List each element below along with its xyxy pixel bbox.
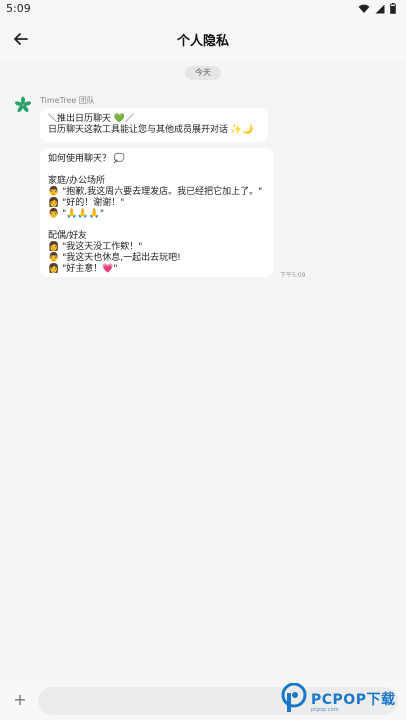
message-timestamp: 下午5:09 [280, 272, 306, 279]
signal-icon [375, 4, 385, 13]
wifi-icon [358, 4, 370, 13]
message-line: 👨 "我这天也休息,一起出去玩吧! [48, 253, 181, 263]
sender-name: TimeTree 团队 [40, 96, 95, 105]
app-bar: 个人隐私 [0, 18, 406, 60]
message-spacer [48, 220, 266, 231]
message-line: 👩 "我这天没工作欸！" [48, 242, 143, 252]
pcpop-logo-icon [281, 683, 307, 712]
message-line: 👩 "好主意！💗" [48, 264, 118, 274]
message-line: 日历聊天这款工具能让您与其他成员展开对话 ✨🌙 [48, 125, 254, 135]
watermark: PCPOP下载 pcpop.com [281, 683, 406, 720]
message-line: ＼推出日历聊天 💚／ [48, 114, 135, 124]
watermark-brand: PCPOP下载 [311, 692, 396, 708]
battery-icon [390, 3, 396, 14]
message-line: 配偶/好友 [48, 231, 88, 241]
message-line: 如何使用聊天？ 💭 [48, 154, 126, 164]
message-line: 家庭/办公场所 [48, 176, 106, 186]
message-line: 👨 "🙏🙏🙏" [48, 209, 104, 219]
status-bar: 5:09 [0, 0, 406, 18]
message-line: 👩 "好的！谢谢！" [48, 198, 125, 208]
timetree-logo-icon [14, 96, 32, 113]
status-icons [358, 3, 396, 14]
message-bubble: ＼推出日历聊天 💚／ 日历聊天这款工具能让您与其他成员展开对话 ✨🌙 [40, 108, 268, 142]
message-spacer [48, 165, 266, 176]
add-attachment-button[interactable]: + [12, 692, 28, 708]
date-chip: 今天 [185, 66, 221, 80]
message-line: 👨 "抱歉,我这周六要去理发店。我已经把它加上了。" [48, 187, 263, 197]
status-time: 5:09 [6, 2, 31, 15]
watermark-sub: pcpop.com [311, 707, 339, 713]
message-bubble: 如何使用聊天？ 💭 家庭/办公场所 👨 "抱歉,我这周六要去理发店。我已经把它加… [40, 148, 274, 277]
page-title: 个人隐私 [176, 34, 229, 49]
